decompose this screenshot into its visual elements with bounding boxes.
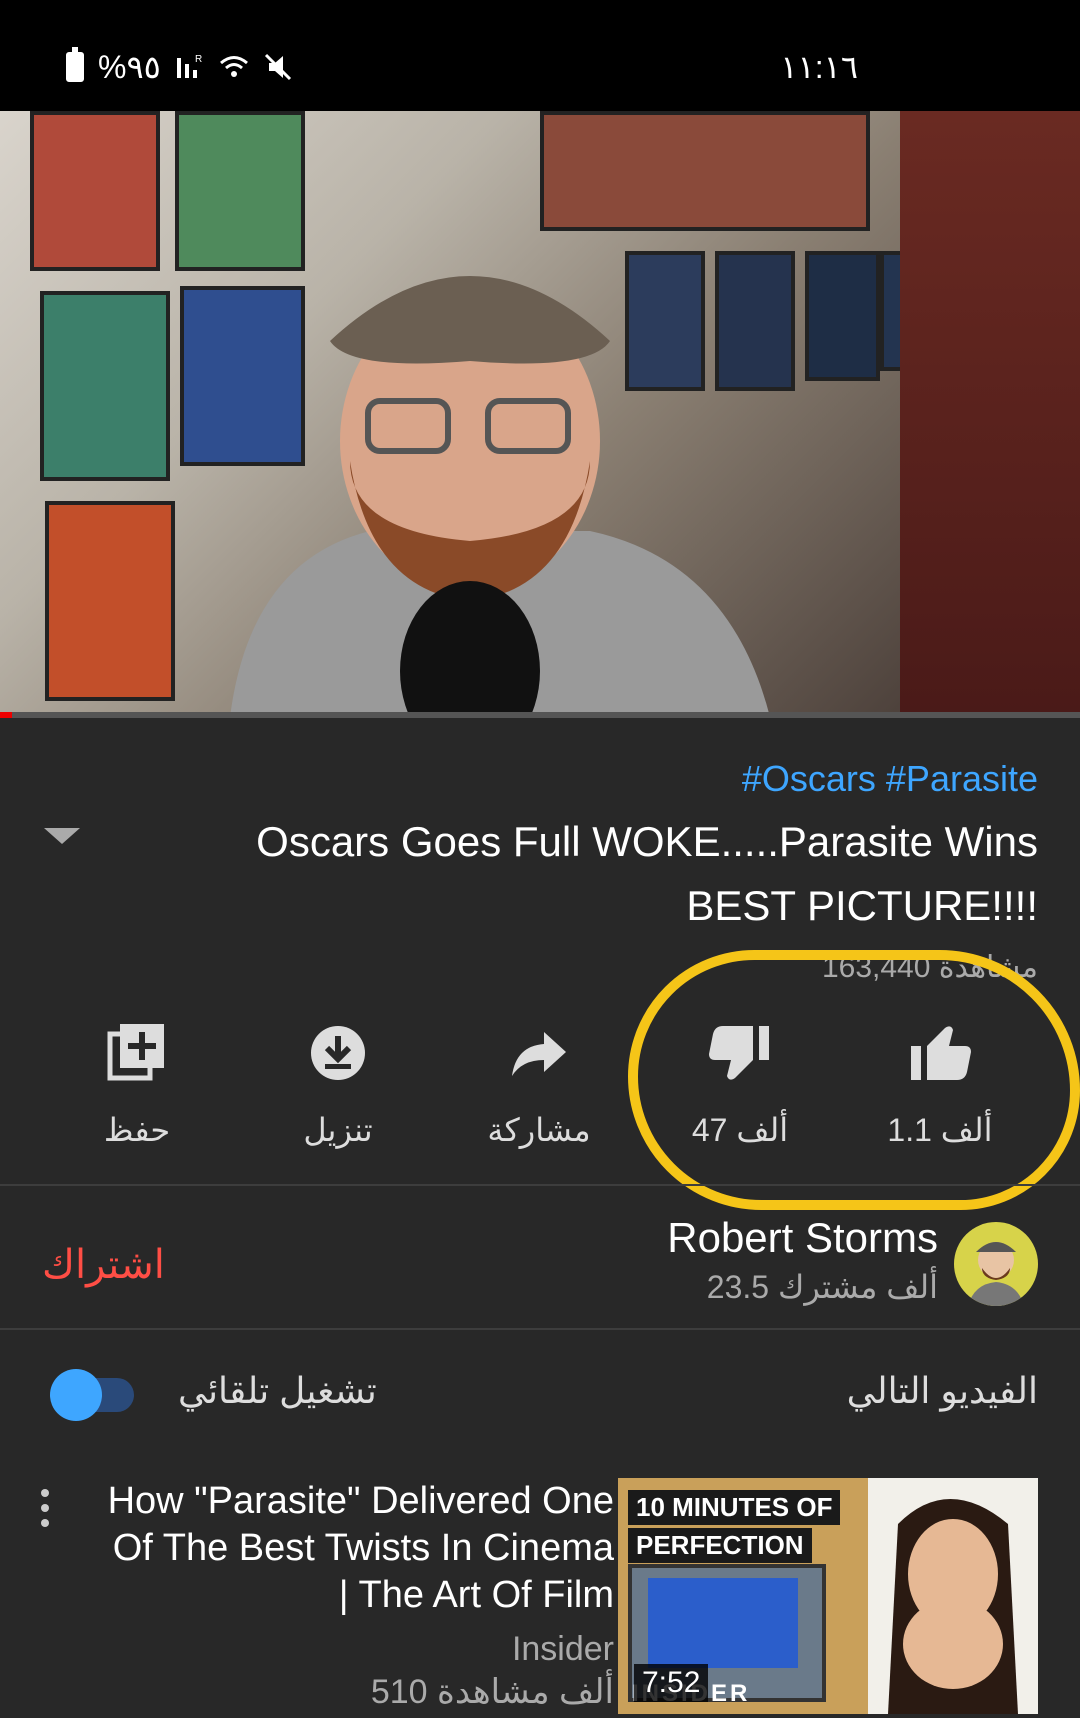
svg-text:R: R: [195, 54, 202, 65]
channel-row: Robert Storms 23.5 ألف مشترك اشتراك: [0, 1186, 1080, 1326]
clock: ١١:١٦: [780, 49, 858, 85]
thumb-caption-line2: PERFECTION: [628, 1528, 812, 1563]
wifi-icon: [219, 56, 248, 77]
save-button[interactable]: حفظ: [37, 1018, 237, 1149]
video-progress-bar[interactable]: [0, 712, 1080, 718]
mute-icon: [264, 53, 291, 81]
signal-icon: R: [176, 54, 202, 78]
next-video-title[interactable]: How "Parasite" Delivered One Of The Best…: [94, 1478, 614, 1619]
subscriber-count: 23.5 ألف مشترك: [706, 1269, 938, 1305]
video-hashtags[interactable]: #Oscars #Parasite: [742, 758, 1038, 800]
woman-figure: [888, 1499, 1018, 1714]
next-video-channel: Insider: [511, 1630, 614, 1668]
channel-name[interactable]: Robert Storms: [667, 1214, 938, 1262]
video-player[interactable]: [0, 111, 1080, 717]
divider: [0, 1328, 1080, 1330]
autoplay-label: تشغيل تلقائي: [178, 1370, 377, 1411]
thumb-caption-line1: 10 MINUTES OF: [628, 1490, 841, 1525]
video-duration: 7:52: [634, 1664, 709, 1702]
save-label: حفظ: [103, 1112, 171, 1148]
share-label: مشاركة: [487, 1112, 591, 1148]
status-icons: %٩٥ R: [66, 47, 293, 86]
host-figure: [230, 276, 770, 717]
channel-avatar[interactable]: [954, 1222, 1038, 1306]
up-next-label: الفيديو التالي: [846, 1370, 1038, 1411]
more-options-icon[interactable]: [38, 1488, 52, 1528]
autoplay-toggle[interactable]: [50, 1369, 134, 1421]
next-video-thumbnail[interactable]: 10 MINUTES OF PERFECTION INSIDER 7:52: [618, 1478, 1038, 1714]
subscribe-button[interactable]: اشتراك: [42, 1242, 165, 1288]
up-next-header: الفيديو التالي تشغيل تلقائي: [0, 1369, 1080, 1440]
share-icon: [512, 1032, 566, 1076]
download-icon: [311, 1026, 365, 1080]
download-label: تنزيل: [303, 1112, 373, 1148]
video-title: Oscars Goes Full WOKE.....Parasite Wins …: [256, 818, 1038, 929]
download-button[interactable]: تنزيل: [238, 1018, 438, 1149]
video-frame: [0, 111, 1080, 717]
playlist-add-icon: [107, 1024, 164, 1081]
share-button[interactable]: مشاركة: [439, 1018, 639, 1149]
battery-percent: %٩٥: [98, 49, 161, 85]
expand-description-icon[interactable]: [44, 828, 80, 844]
next-video-views: 510 ألف مشاهدة: [370, 1673, 614, 1711]
status-bar: %٩٥ R ١١:١٦: [0, 0, 1080, 111]
toggle-knob: [50, 1369, 102, 1421]
next-video-item[interactable]: How "Parasite" Delivered One Of The Best…: [0, 1478, 1080, 1718]
battery-icon: [66, 47, 84, 82]
highlight-circle-annotation: [628, 950, 1080, 1210]
